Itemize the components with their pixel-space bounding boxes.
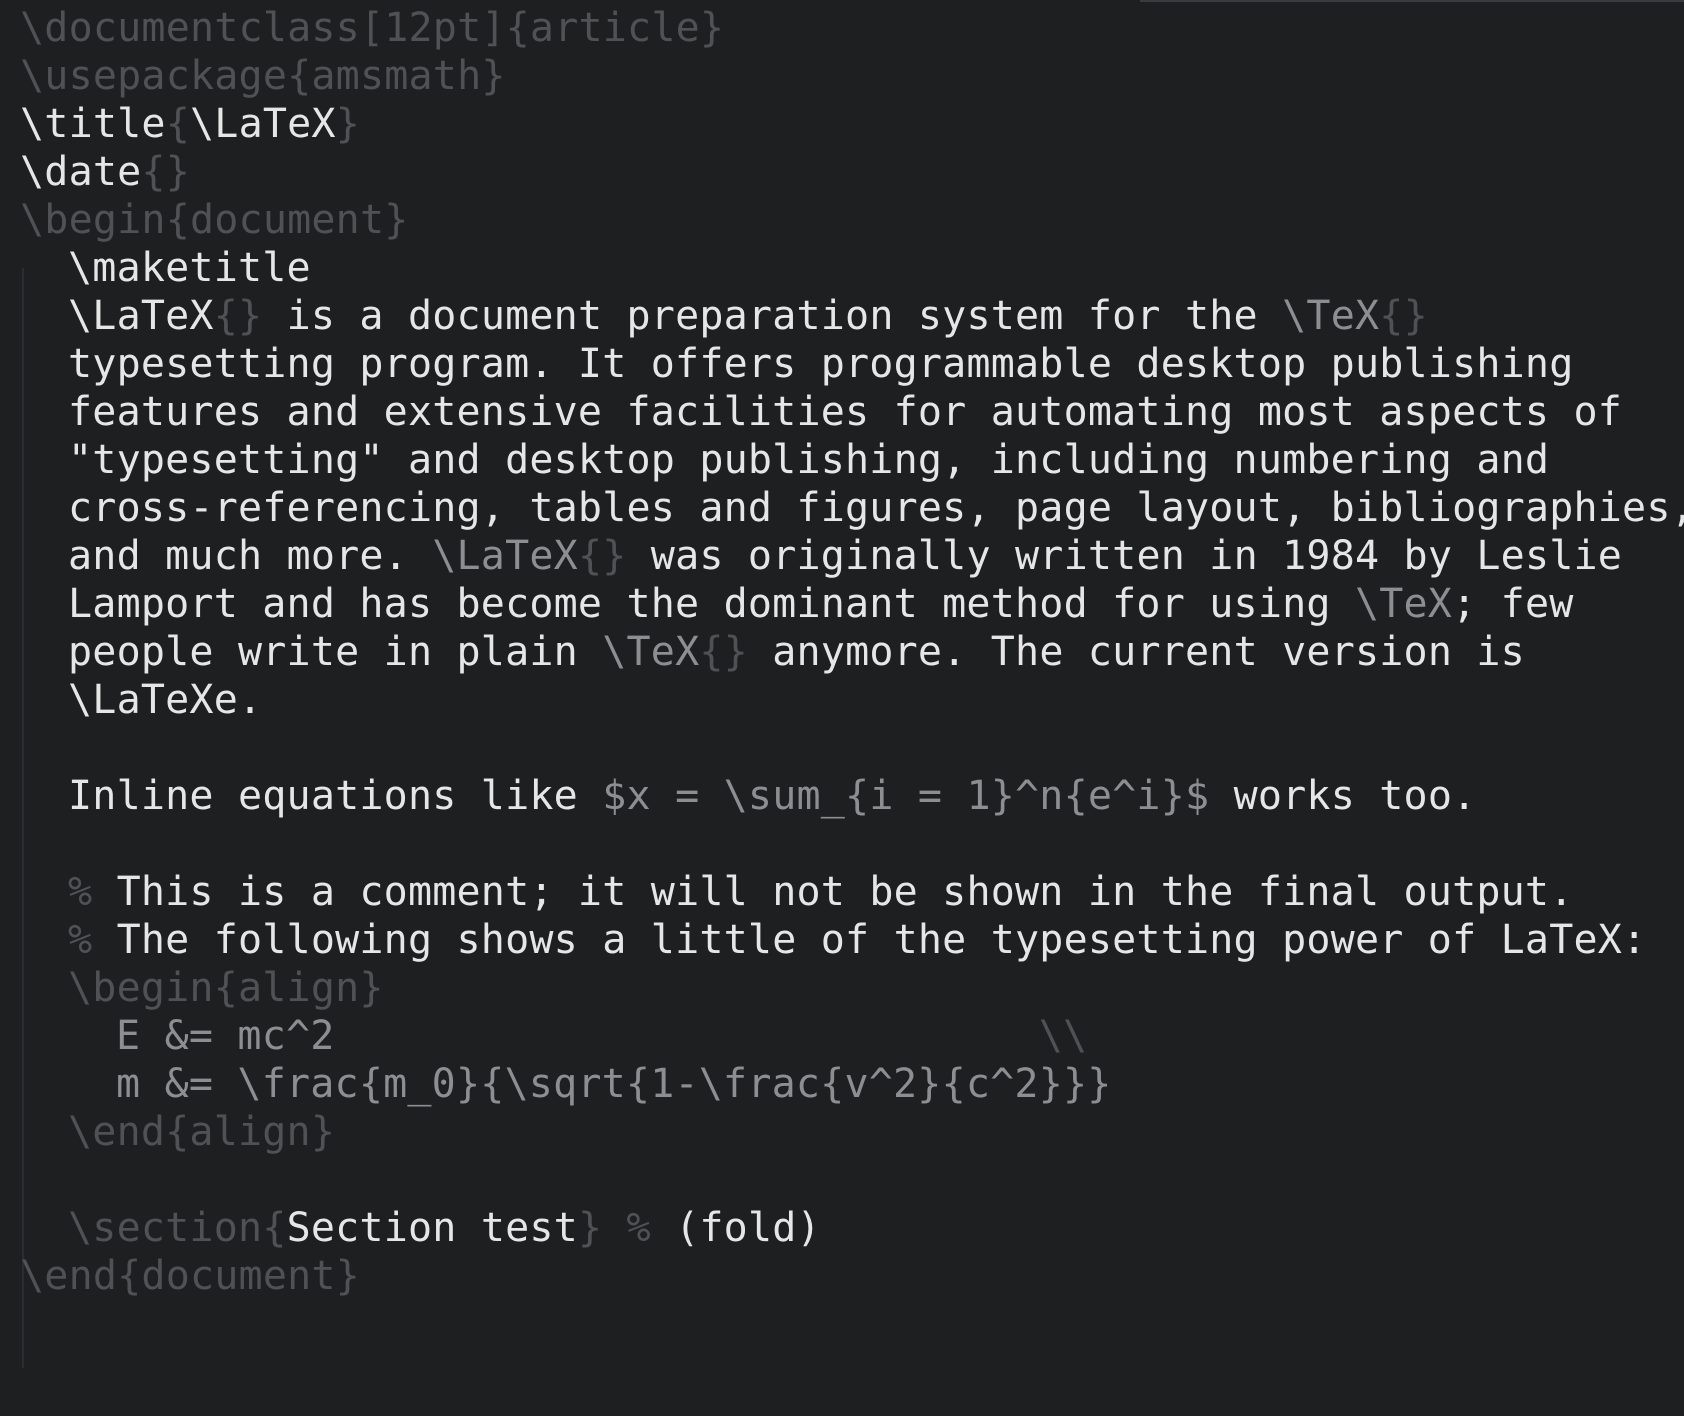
code-token: { (262, 1205, 287, 1251)
code-token: } (335, 101, 360, 147)
code-line-begin-document[interactable]: \begin{document} (0, 194, 409, 246)
code-token: \LaTeX (190, 101, 336, 147)
code-token: E &= mc^2 (116, 1013, 335, 1059)
code-token: "typesetting" and desktop publishing, in… (68, 437, 1550, 483)
code-line-documentclass[interactable]: \documentclass[12pt]{article} (0, 2, 724, 54)
code-token: {} (141, 149, 190, 195)
code-token: \\ (334, 1013, 1088, 1059)
code-line-paragraph-5[interactable]: cross-referencing, tables and figures, p… (0, 482, 1684, 534)
code-token: is a document preparation system for the (262, 293, 1283, 339)
code-line-end-align[interactable]: \end{align} (0, 1106, 335, 1158)
comment-marker: % (68, 869, 93, 915)
code-line-title[interactable]: \title{\LaTeX} (0, 98, 360, 150)
code-line-paragraph-6[interactable]: and much more. \LaTeX{} was originally w… (0, 530, 1622, 582)
code-line-paragraph-2[interactable]: typesetting program. It offers programma… (0, 338, 1574, 390)
code-token: \begin{align} (68, 965, 384, 1011)
code-token: \title (20, 101, 166, 147)
code-line-comment-1[interactable]: % This is a comment; it will not be show… (0, 866, 1574, 918)
code-token: The following shows a little of the type… (92, 917, 1647, 963)
code-token: \LaTeX (68, 293, 214, 339)
code-token: Section test (286, 1205, 578, 1251)
code-token: } (577, 1205, 603, 1251)
code-line-maketitle[interactable]: \maketitle (0, 242, 311, 294)
comment-marker: % (68, 917, 93, 963)
code-token: \end{document} (20, 1253, 360, 1299)
code-token: {} (699, 629, 748, 675)
code-token: Inline equations like (68, 773, 603, 819)
code-editor[interactable]: \documentclass[12pt]{article} \usepackag… (0, 0, 1684, 1416)
code-token: {} (1379, 293, 1428, 339)
code-token: \TeX (602, 629, 700, 675)
code-token: \end{align} (68, 1109, 336, 1155)
code-token: m &= \frac{m_0}{\sqrt{1-\frac{v^2}{c^2}}… (116, 1061, 1112, 1107)
code-token: (fold) (675, 1205, 821, 1251)
code-line-paragraph-4[interactable]: "typesetting" and desktop publishing, in… (0, 434, 1549, 486)
code-token: typesetting program. It offers programma… (68, 341, 1574, 387)
code-token: ; few (1452, 581, 1574, 627)
code-token: was originally written in 1984 by Leslie (626, 533, 1623, 579)
code-line-end-document[interactable]: \end{document} (0, 1250, 360, 1302)
code-token: \usepackage{amsmath} (20, 53, 506, 99)
code-line-date[interactable]: \date{} (0, 146, 190, 198)
code-line-inline-equation[interactable]: Inline equations like $x = \sum_{i = 1}^… (0, 770, 1476, 822)
code-token: features and extensive facilities for au… (68, 389, 1623, 435)
code-token: works too. (1209, 773, 1477, 819)
code-token: and much more. (68, 533, 433, 579)
code-token: anymore. The current version is (747, 629, 1525, 675)
code-token: \LaTeXe. (68, 677, 263, 723)
code-line-paragraph-7[interactable]: Lamport and has become the dominant meth… (0, 578, 1574, 630)
code-token: { (165, 101, 190, 147)
top-divider (1140, 0, 1684, 2)
code-line-paragraph-1[interactable]: \LaTeX{} is a document preparation syste… (0, 290, 1428, 342)
comment-marker: % (602, 1205, 676, 1251)
code-token: \TeX (1282, 293, 1380, 339)
code-token: {} (577, 533, 627, 579)
code-line-equation-2[interactable]: m &= \frac{m_0}{\sqrt{1-\frac{v^2}{c^2}}… (0, 1058, 1112, 1110)
code-line-section[interactable]: \section{Section test} % (fold) (0, 1202, 821, 1254)
code-token: people write in plain (68, 629, 603, 675)
code-line-comment-2[interactable]: % The following shows a little of the ty… (0, 914, 1646, 966)
code-line-usepackage[interactable]: \usepackage{amsmath} (0, 50, 506, 102)
code-token: \section (68, 1205, 263, 1251)
code-token: Lamport and has become the dominant meth… (68, 581, 1355, 627)
code-token: \begin{document} (20, 197, 409, 243)
code-token: cross-referencing, tables and figures, p… (68, 485, 1684, 531)
code-line-paragraph-8[interactable]: people write in plain \TeX{} anymore. Th… (0, 626, 1525, 678)
code-token: This is a comment; it will not be shown … (92, 869, 1574, 915)
code-line-begin-align[interactable]: \begin{align} (0, 962, 384, 1014)
code-line-equation-1[interactable]: E &= mc^2 \\ (0, 1010, 1087, 1062)
code-token: $x = \sum_{i = 1}^n{e^i}$ (602, 773, 1210, 819)
code-token: \LaTeX (432, 533, 578, 579)
code-token: \date (20, 149, 142, 195)
code-token: \documentclass[12pt]{article} (20, 5, 725, 51)
code-token: \maketitle (68, 245, 311, 291)
code-line-paragraph-3[interactable]: features and extensive facilities for au… (0, 386, 1622, 438)
code-token: {} (213, 293, 263, 339)
code-line-paragraph-9[interactable]: \LaTeXe. (0, 674, 262, 726)
code-token: \TeX (1354, 581, 1453, 627)
